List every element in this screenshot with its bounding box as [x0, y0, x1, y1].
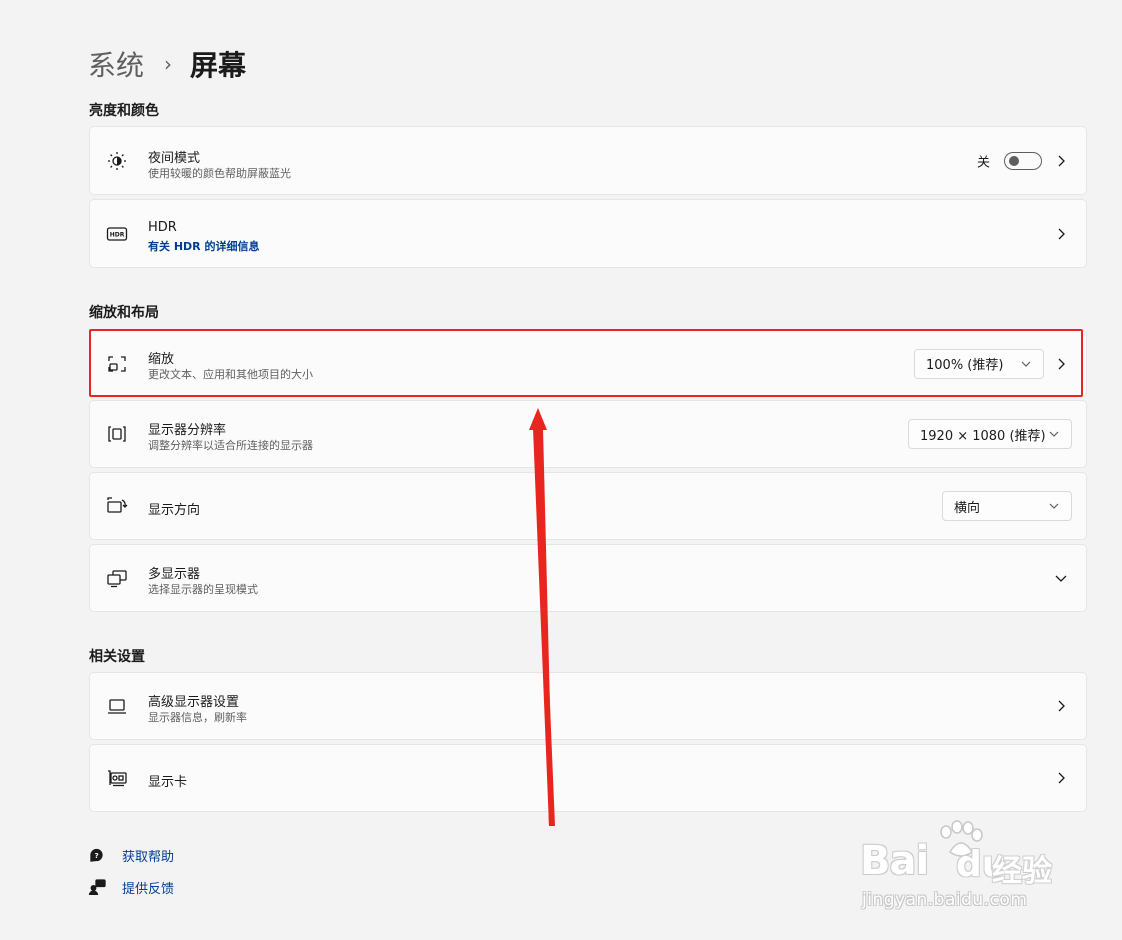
page-title: 屏幕: [190, 49, 247, 82]
hdr-icon: HDR: [106, 223, 128, 245]
resolution-icon: [106, 423, 128, 445]
chevron-down-icon: [1021, 359, 1031, 369]
resolution-dropdown-value: 1920 × 1080 (推荐): [920, 428, 1046, 444]
resolution-dropdown[interactable]: 1920 × 1080 (推荐): [908, 419, 1072, 449]
get-help-link[interactable]: ? 获取帮助: [88, 844, 174, 866]
breadcrumb: 系统 › 屏幕: [88, 42, 246, 86]
chevron-right-icon[interactable]: [1054, 699, 1068, 713]
resolution-subtitle: 调整分辨率以适合所连接的显示器: [148, 439, 313, 452]
breadcrumb-separator-icon: ›: [164, 52, 173, 76]
orientation-row[interactable]: 显示方向 横向: [89, 472, 1087, 540]
resolution-row[interactable]: 显示器分辨率 调整分辨率以适合所连接的显示器 1920 × 1080 (推荐): [89, 400, 1087, 468]
scale-dropdown-value: 100% (推荐): [926, 358, 1004, 373]
section-title-scale-layout: 缩放和布局: [89, 305, 159, 321]
scale-title: 缩放: [148, 352, 175, 367]
hdr-row[interactable]: HDR HDR 有关 HDR 的详细信息: [89, 199, 1087, 268]
graphics-title: 显示卡: [148, 775, 188, 790]
night-mode-title: 夜间模式: [148, 151, 201, 166]
section-title-brightness: 亮度和颜色: [89, 103, 159, 119]
feedback-icon: [88, 878, 106, 896]
sun-moon-icon: [106, 150, 128, 172]
watermark-brand-cn: 经验: [992, 854, 1052, 889]
multi-display-subtitle: 选择显示器的呈现模式: [148, 583, 258, 596]
multi-display-icon: [106, 567, 128, 589]
hdr-title: HDR: [148, 220, 177, 235]
night-mode-subtitle: 使用较暖的颜色帮助屏蔽蓝光: [148, 167, 291, 180]
multi-display-row[interactable]: 多显示器 选择显示器的呈现模式: [89, 544, 1087, 612]
scale-icon: [106, 353, 128, 375]
feedback-label: 提供反馈: [122, 881, 175, 897]
graphics-row[interactable]: 显示卡: [89, 744, 1087, 812]
orientation-icon: [106, 495, 128, 517]
section-title-related: 相关设置: [89, 649, 145, 665]
night-mode-toggle[interactable]: [1004, 151, 1042, 170]
orientation-dropdown[interactable]: 横向: [942, 491, 1072, 521]
scale-row[interactable]: 缩放 更改文本、应用和其他项目的大小 100% (推荐): [89, 330, 1087, 397]
advanced-display-title: 高级显示器设置: [148, 695, 240, 710]
chevron-right-icon[interactable]: [1054, 771, 1068, 785]
chevron-right-icon[interactable]: [1054, 227, 1068, 241]
chevron-down-icon: [1049, 429, 1059, 439]
baidu-watermark: Bai du 经验 jingyan.baidu.com: [860, 820, 1060, 915]
get-help-label: 获取帮助: [122, 849, 175, 865]
chevron-down-icon: [1049, 501, 1059, 511]
advanced-display-row[interactable]: 高级显示器设置 显示器信息，刷新率: [89, 672, 1087, 740]
graphics-card-icon: [106, 767, 128, 789]
chevron-right-icon[interactable]: [1054, 154, 1068, 168]
resolution-title: 显示器分辨率: [148, 423, 227, 438]
scale-subtitle: 更改文本、应用和其他项目的大小: [148, 368, 313, 381]
watermark-url: jingyan.baidu.com: [862, 890, 1028, 910]
toggle-knob: [1009, 155, 1019, 166]
orientation-title: 显示方向: [148, 503, 201, 518]
multi-display-title: 多显示器: [148, 567, 201, 582]
night-mode-state-label: 关: [976, 155, 990, 170]
chevron-down-icon[interactable]: [1054, 571, 1068, 585]
orientation-dropdown-value: 横向: [954, 500, 981, 516]
svg-text:?: ?: [95, 852, 99, 860]
advanced-display-subtitle: 显示器信息，刷新率: [148, 711, 247, 724]
laptop-icon: [106, 695, 128, 717]
hdr-info-link[interactable]: 有关 HDR 的详细信息: [148, 238, 259, 254]
breadcrumb-parent[interactable]: 系统: [88, 44, 144, 84]
watermark-brand: Bai: [860, 838, 929, 884]
help-icon: ?: [88, 846, 106, 864]
chevron-right-icon[interactable]: [1054, 357, 1068, 371]
scale-dropdown[interactable]: 100% (推荐): [914, 348, 1044, 379]
feedback-link[interactable]: 提供反馈: [88, 876, 174, 898]
night-mode-row[interactable]: 夜间模式 使用较暖的颜色帮助屏蔽蓝光 关: [89, 126, 1087, 195]
svg-text:HDR: HDR: [110, 231, 125, 238]
